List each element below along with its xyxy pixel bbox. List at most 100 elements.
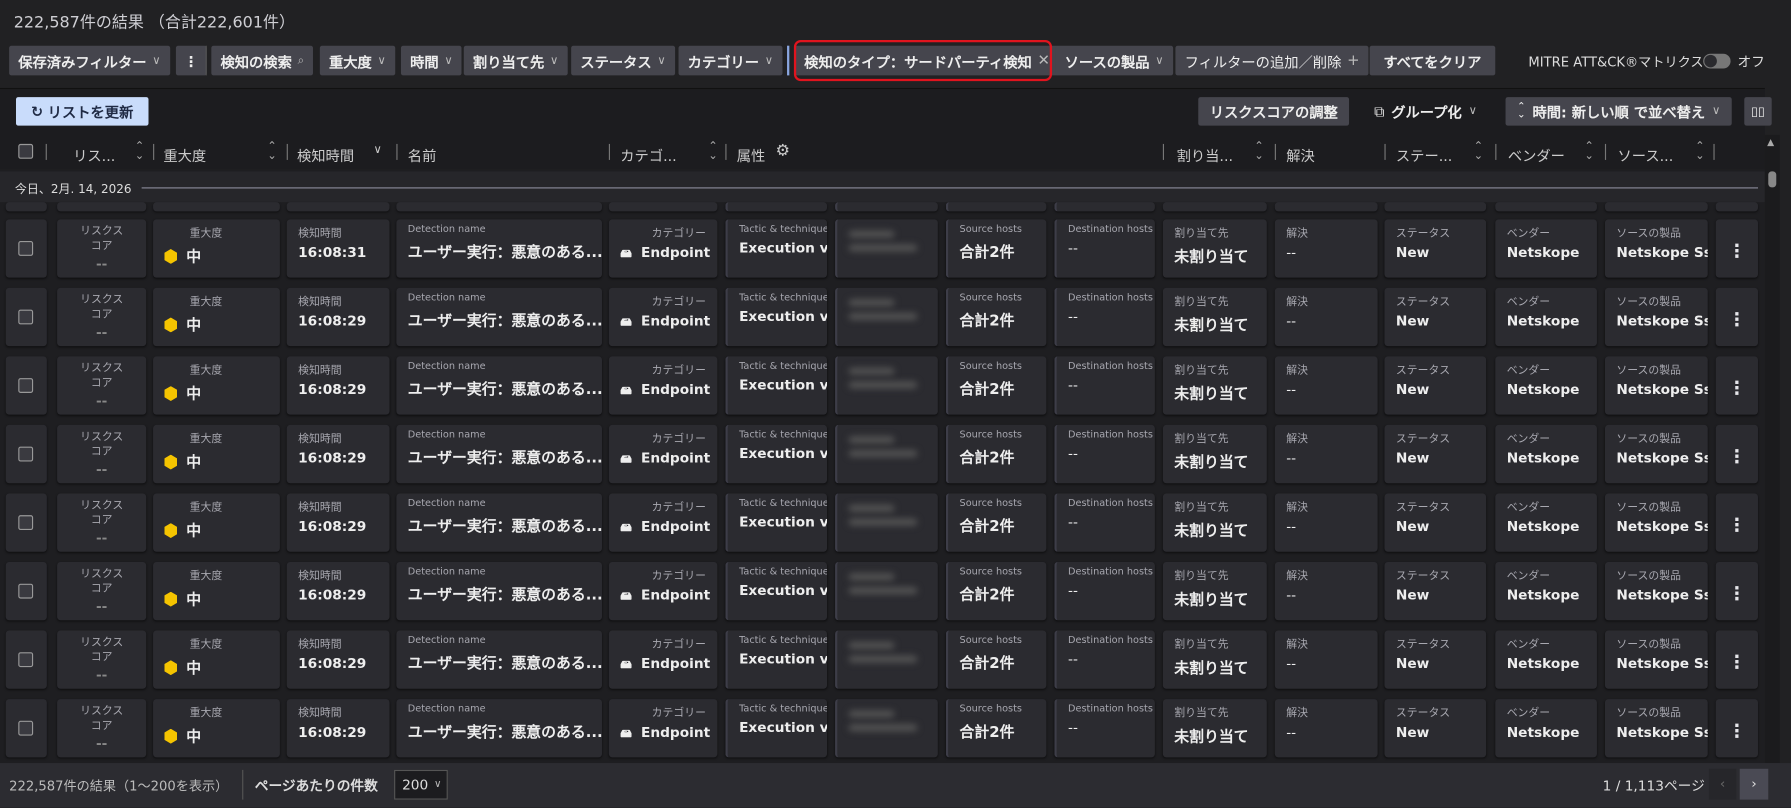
table-row[interactable]: リスクス コア -- 重大度中 検知時間 16:08:31 Detection name ユ…	[0, 219, 1765, 278]
column-header[interactable]: 割り当...	[1177, 144, 1233, 166]
more-options-button[interactable]: ⋮	[175, 45, 207, 76]
name-cell[interactable]: Detection name ユーザー実行：悪意のある...	[396, 630, 602, 689]
assignee-cell: 割り当て先 未割り当て	[1162, 356, 1267, 415]
time-cell: 検知時間 16:08:31	[286, 219, 390, 278]
cell-label: Source hosts	[959, 703, 1023, 716]
row-checkbox[interactable]	[18, 241, 34, 256]
product-value: Netskope Sse	[1616, 381, 1707, 398]
redacted-text	[848, 518, 918, 526]
kebab-icon[interactable]: ⋮	[1727, 704, 1746, 742]
kebab-icon[interactable]: ⋮	[1727, 292, 1746, 330]
name-cell[interactable]: Detection name ユーザー実行：悪意のある...	[396, 699, 602, 758]
table-row[interactable]: リスクス コア -- 重大度中 検知時間 16:08:29 Detection name ユ…	[0, 630, 1765, 690]
cell-label: ソースの製品	[1616, 501, 1681, 515]
sort-icon[interactable]: ⌃ ⌄	[1584, 141, 1594, 162]
cell-label: 割り当て先	[1174, 501, 1229, 515]
column-layout-button[interactable]: ▯▯	[1744, 97, 1772, 126]
column-header[interactable]: 解決	[1286, 144, 1315, 166]
filter-5[interactable]: ステータス ∨	[571, 45, 675, 76]
sort-icon[interactable]: ⌃ ⌄	[708, 141, 718, 162]
column-header[interactable]: ステー...	[1396, 144, 1452, 166]
category-value: Endpoint	[640, 450, 711, 467]
detection-list: 今日、2月. 14, 2026 リスクス コア -- 重大度中検知時間 16:08:3…	[0, 169, 1765, 764]
add-remove-filter-button[interactable]: フィルターの追加／削除 +	[1175, 45, 1369, 76]
filter-1[interactable]: 検知の検索 ⌕	[211, 45, 314, 76]
column-header[interactable]: ソース...	[1617, 144, 1673, 166]
saved-filters-button[interactable]: 保存済みフィルター ∨	[9, 45, 170, 76]
scrollbar[interactable]	[1764, 134, 1780, 764]
select-all-checkbox[interactable]	[18, 143, 34, 159]
table-row[interactable]: リスクス コア -- 重大度中 検知時間 16:08:29 Detection name ユ…	[0, 699, 1765, 758]
cell-label: 重大度	[189, 295, 223, 309]
filter-3[interactable]: 時間 ∨	[400, 45, 462, 76]
kebab-icon[interactable]: ⋮	[1727, 361, 1746, 399]
product-value: Netskope Sse	[1616, 518, 1707, 535]
column-divider	[1274, 143, 1276, 160]
clear-all-button[interactable]: すべてをクリア	[1369, 45, 1496, 76]
refresh-list-button[interactable]: ↻ リストを更新	[15, 97, 149, 126]
vendor-value: Netskope	[1506, 450, 1580, 467]
chevron-down-icon[interactable]: ∨	[374, 144, 382, 157]
row-checkbox[interactable]	[18, 446, 34, 462]
sort-icon[interactable]: ⌃ ⌄	[135, 141, 145, 162]
filter-source-product[interactable]: ソースの製品 ∨	[1055, 45, 1173, 76]
table-row[interactable]: リスクス コア -- 重大度中 検知時間 16:08:29 Detection name ユ…	[0, 424, 1765, 484]
time-cell: 検知時間 16:08:29	[286, 424, 390, 484]
name-cell[interactable]: Detection name ユーザー実行：悪意のある...	[396, 356, 602, 415]
name-cell[interactable]: Detection name ユーザー実行：悪意のある...	[396, 219, 602, 278]
kebab-icon[interactable]: ⋮	[1727, 635, 1746, 673]
sort-icon[interactable]: ⌃ ⌄	[1254, 141, 1264, 162]
product-cell: ソースの製品 Netskope Sse	[1604, 493, 1708, 552]
risk-score-value: --	[95, 667, 108, 684]
mitre-toggle[interactable]	[1703, 53, 1731, 69]
table-row[interactable]: リスクス コア -- 重大度中 検知時間 16:08:29 Detection name ユ…	[0, 493, 1765, 552]
kebab-icon[interactable]: ⋮	[1727, 430, 1746, 467]
kebab-icon[interactable]: ⋮	[1727, 224, 1746, 262]
sort-icon[interactable]: ⌃ ⌄	[1695, 141, 1705, 162]
name-cell[interactable]: Detection name ユーザー実行：悪意のある...	[396, 493, 602, 552]
filter-2[interactable]: 重大度 ∨	[319, 45, 396, 76]
next-page-button[interactable]: ›	[1739, 768, 1769, 800]
row-checkbox[interactable]	[18, 309, 34, 325]
table-row[interactable]: リスクス コア -- 重大度中 検知時間 16:08:29 Detection name ユ…	[0, 562, 1765, 621]
cell-label: ベンダー	[1506, 364, 1551, 377]
filter-4[interactable]: 割り当て先 ∨	[463, 45, 568, 76]
source_hosts-cell: Source hosts 合計2件	[945, 219, 1047, 278]
name-cell[interactable]: Detection name ユーザー実行：悪意のある...	[396, 287, 602, 347]
sort-icon[interactable]: ⌃ ⌄	[267, 141, 277, 162]
column-header[interactable]: カテゴ...	[620, 144, 676, 166]
row-checkbox[interactable]	[18, 515, 34, 531]
gear-icon[interactable]: ⚙	[776, 142, 790, 160]
cell-label: ステータス	[1395, 638, 1451, 652]
cell-label: リスクス コア	[80, 293, 124, 321]
name-cell[interactable]: Detection name ユーザー実行：悪意のある...	[396, 562, 602, 621]
group-by-button[interactable]: ⧉ グループ化 ∨	[1363, 97, 1489, 126]
sort-button[interactable]: ⌃ ⌄ 時間: 新しい順 で並べ替え ∨	[1505, 97, 1732, 126]
table-row[interactable]: リスクス コア -- 重大度中 検知時間 16:08:29 Detection name ユ…	[0, 287, 1765, 347]
kebab-icon[interactable]: ⋮	[1727, 567, 1746, 605]
column-header[interactable]: 検知時間	[297, 144, 354, 166]
column-header[interactable]: リス...	[73, 144, 115, 166]
row-checkbox[interactable]	[18, 583, 34, 599]
column-header[interactable]: 名前	[408, 144, 437, 166]
kebab-icon[interactable]: ⋮	[1727, 498, 1746, 536]
row-checkbox[interactable]	[18, 378, 34, 393]
column-header[interactable]: ベンダー	[1508, 144, 1565, 166]
name-cell[interactable]	[396, 202, 602, 212]
risk-score-adjust-button[interactable]: リスクスコアの調整	[1198, 97, 1350, 126]
pagination-footer: 222,587件の結果（1〜200を表示） ページあたりの件数 200 ∨ 1 /…	[0, 763, 1791, 808]
row-checkbox[interactable]	[18, 720, 34, 736]
column-header[interactable]: 属性	[737, 144, 766, 166]
row-checkbox[interactable]	[18, 652, 34, 668]
table-row[interactable]: リスクス コア -- 重大度中 検知時間 16:08:29 Detection name ユ…	[0, 356, 1765, 415]
filter-6[interactable]: カテゴリー ∨	[678, 45, 783, 76]
scrollbar-thumb[interactable]	[1768, 171, 1777, 188]
prev-page-button[interactable]: ‹	[1708, 768, 1737, 800]
scroll-up-icon[interactable]: ▲	[1767, 137, 1774, 147]
column-header[interactable]: 重大度	[163, 144, 206, 166]
per-page-select[interactable]: 200 ∨	[394, 769, 448, 800]
name-cell[interactable]: Detection name ユーザー実行：悪意のある...	[396, 424, 602, 484]
status-value: New	[1395, 381, 1430, 398]
cell-label: 解決	[1286, 570, 1308, 583]
sort-icon[interactable]: ⌃ ⌄	[1474, 141, 1484, 162]
